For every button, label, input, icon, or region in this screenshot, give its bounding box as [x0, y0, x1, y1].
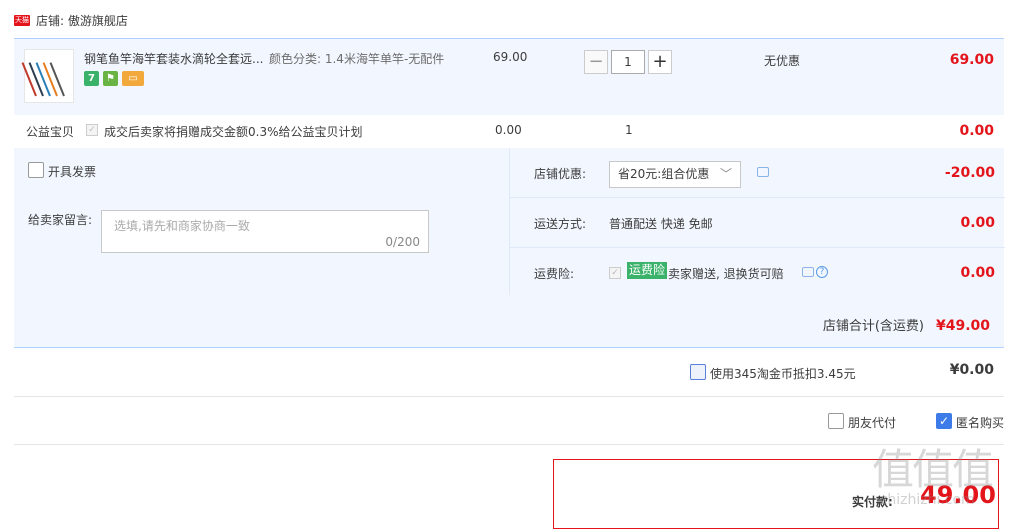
shipping-value: 普通配送 快递 免邮 — [609, 217, 713, 231]
message-counter: 0/200 — [385, 235, 420, 249]
message-label: 给卖家留言: — [28, 213, 93, 227]
insurance-amount: 0.00 — [960, 265, 995, 281]
anonymous-checkbox[interactable]: ✓ — [936, 413, 952, 429]
store-discount-value: 省20元:组合优惠 — [618, 167, 710, 181]
seven-day-return-icon[interactable]: 7 — [84, 71, 99, 86]
invoice-checkbox[interactable] — [28, 162, 44, 178]
coin-label[interactable]: 使用345淘金币抵扣3.45元 — [710, 365, 856, 382]
charity-label: 公益宝贝 — [26, 125, 75, 139]
watermark-logo: 值值值 — [872, 445, 994, 494]
store-total: 店铺合计(含运费) ¥49.00 — [823, 315, 990, 334]
order-item: 钢笔鱼竿海竿套装水滴轮全套远... 7 ⚑ ▭ 颜色分类: 1.4米海竿单竿-无… — [14, 38, 1004, 115]
friend-pay-label[interactable]: 朋友代付 — [848, 414, 896, 431]
product-title[interactable]: 钢笔鱼竿海竿套装水滴轮全套远... — [84, 50, 264, 68]
item-discount: 无优惠 — [764, 54, 801, 68]
product-thumbnail[interactable] — [21, 49, 74, 103]
message-textarea[interactable]: 选填,请先和商家协商一致 0/200 — [101, 210, 429, 253]
payment-options: 朋友代付 ✓ 匿名购买 — [14, 397, 1004, 445]
store-total-amount: ¥49.00 — [935, 318, 990, 334]
friend-pay-checkbox[interactable] — [828, 413, 844, 429]
watermark-url: zhizhizhi.com — [880, 492, 975, 508]
coin-amount: ¥0.00 — [949, 362, 994, 378]
store-name[interactable]: 店铺: 傲游旗舰店 — [36, 12, 128, 29]
charity-text: 成交后卖家将捐赠成交金额0.3%给公益宝贝计划 — [104, 125, 363, 139]
charity-checkbox[interactable]: ✓ — [86, 124, 98, 136]
order-options: 开具发票 给卖家留言: 选填,请先和商家协商一致 0/200 店铺优惠: 省20… — [14, 148, 1005, 348]
seller-options: 店铺优惠: 省20元:组合优惠 ﹀ -20.00 运送方式: 普通配送 快递 免… — [509, 148, 1005, 295]
quantity-stepper: − 1 + — [584, 50, 672, 74]
store-discount-select[interactable]: 省20元:组合优惠 ﹀ — [609, 161, 741, 188]
insurance-help: ? — [802, 266, 828, 278]
item-total: 69.00 — [949, 52, 994, 68]
shipping-label: 运送方式: — [534, 217, 587, 231]
store-total-label: 店铺合计(含运费) — [822, 319, 924, 334]
store-discount-amount: -20.00 — [944, 165, 995, 181]
guarantee-icon[interactable]: ⚑ — [103, 71, 118, 86]
shipping-row: 运送方式: 普通配送 快递 免邮 0.00 — [510, 198, 1005, 248]
comment-icon[interactable] — [802, 267, 814, 277]
insurance-label: 运费险: — [534, 267, 575, 281]
charity-row: 公益宝贝 ✓ 成交后卖家将捐赠成交金额0.3%给公益宝贝计划 0.00 1 0.… — [14, 114, 1004, 148]
insurance-row: 运费险: ✓ 运费险 卖家赠送, 退换货可赔 ? 0.00 — [510, 248, 1005, 297]
store-discount-label: 店铺优惠: — [534, 167, 587, 181]
coin-checkbox[interactable] — [690, 364, 706, 380]
insurance-checkbox[interactable]: ✓ — [609, 267, 621, 279]
buyer-options: 开具发票 给卖家留言: 选填,请先和商家协商一致 0/200 — [14, 148, 508, 295]
store-discount-row: 店铺优惠: 省20元:组合优惠 ﹀ -20.00 — [510, 148, 1005, 198]
charity-qty: 1 — [625, 123, 633, 137]
card-icon[interactable]: ▭ — [122, 71, 144, 86]
insurance-text: 卖家赠送, 退换货可赔 — [668, 267, 784, 281]
charity-price: 0.00 — [495, 123, 522, 137]
coin-row: 使用345淘金币抵扣3.45元 ¥0.00 — [14, 348, 1004, 397]
message-placeholder: 选填,请先和商家协商一致 — [114, 219, 250, 233]
service-icons: 7 ⚑ ▭ — [84, 71, 144, 86]
shipping-amount: 0.00 — [960, 215, 995, 231]
unit-price: 69.00 — [493, 50, 528, 64]
quantity-input[interactable]: 1 — [611, 50, 645, 74]
comment-icon[interactable] — [757, 167, 769, 177]
tmall-logo-icon: 天猫 — [14, 14, 30, 26]
chevron-down-icon: ﹀ — [719, 167, 732, 181]
decrease-qty-button[interactable]: − — [584, 50, 608, 74]
invoice-label[interactable]: 开具发票 — [48, 163, 96, 180]
store-header: 天猫 店铺: 傲游旗舰店 — [14, 10, 128, 30]
product-sku: 颜色分类: 1.4米海竿单竿-无配件 — [269, 52, 445, 66]
insurance-badge: 运费险 — [627, 262, 668, 279]
charity-total: 0.00 — [959, 123, 994, 139]
increase-qty-button[interactable]: + — [648, 50, 672, 74]
anonymous-label[interactable]: 匿名购买 — [956, 414, 1004, 431]
help-icon[interactable]: ? — [816, 266, 828, 278]
